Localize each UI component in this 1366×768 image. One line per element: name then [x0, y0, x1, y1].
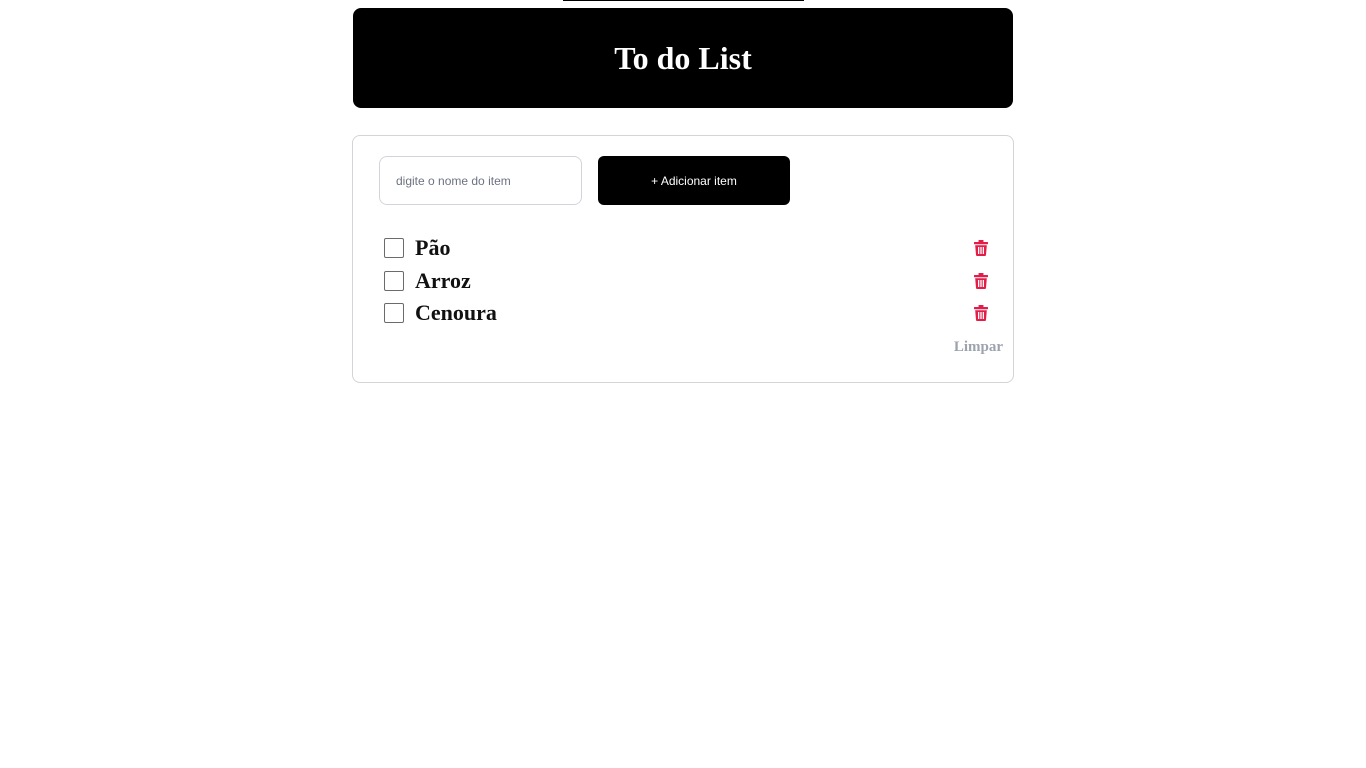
add-item-form: + Adicionar item — [379, 156, 790, 205]
todo-card: + Adicionar item Pão Arroz — [352, 135, 1014, 383]
list-item: Pão — [384, 232, 989, 265]
list-item: Cenoura — [384, 297, 989, 330]
list-item: Arroz — [384, 265, 989, 298]
item-name-input[interactable] — [379, 156, 582, 205]
item-label: Pão — [415, 235, 451, 261]
item-label: Arroz — [415, 267, 471, 293]
item-label: Cenoura — [415, 300, 497, 326]
app-header: To do List — [353, 8, 1013, 108]
trash-icon[interactable] — [971, 271, 991, 291]
trash-icon[interactable] — [971, 303, 991, 323]
todo-list: Pão Arroz Cenoura — [384, 232, 989, 330]
page-title: To do List — [614, 40, 752, 76]
top-divider — [563, 0, 804, 1]
item-checkbox[interactable] — [384, 270, 404, 291]
clear-button[interactable]: Limpar — [954, 339, 1003, 356]
item-checkbox[interactable] — [384, 238, 404, 259]
trash-icon[interactable] — [971, 238, 991, 258]
item-checkbox[interactable] — [384, 303, 404, 324]
add-item-button[interactable]: + Adicionar item — [598, 156, 790, 205]
